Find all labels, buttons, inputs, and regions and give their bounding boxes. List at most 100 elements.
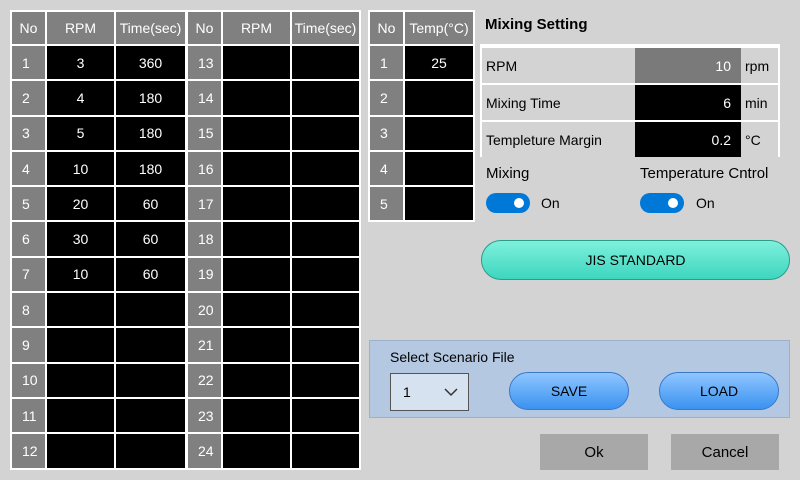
rpm-cell[interactable] <box>223 222 290 256</box>
table-row: 9 <box>12 328 185 362</box>
table-row: 23 <box>188 398 359 433</box>
ok-button[interactable]: Ok <box>540 434 648 470</box>
time-cell[interactable] <box>292 434 359 468</box>
time-cell[interactable] <box>116 398 185 433</box>
rpm-cell[interactable]: 5 <box>47 116 114 150</box>
rpm-cell[interactable] <box>223 116 290 150</box>
temperature-cell[interactable] <box>405 116 473 150</box>
time-cell[interactable] <box>292 363 359 397</box>
rpm-cell[interactable] <box>223 434 290 468</box>
rpm-cell[interactable]: 20 <box>47 187 114 221</box>
mixing-toggle[interactable] <box>486 193 530 213</box>
mixing-toggle-label: Mixing <box>486 165 530 182</box>
time-cell[interactable]: 180 <box>116 151 185 186</box>
step-number: 24 <box>188 434 221 468</box>
step-number: 19 <box>188 257 221 292</box>
time-cell[interactable]: 180 <box>116 81 185 115</box>
step-number: 6 <box>12 222 45 256</box>
scenario-file-selected-value: 1 <box>403 384 411 400</box>
step-number: 13 <box>188 46 221 80</box>
rpm-cell[interactable] <box>223 293 290 327</box>
mixing-time-input[interactable]: 6 <box>635 85 741 120</box>
time-cell[interactable]: 360 <box>116 46 185 80</box>
time-cell[interactable] <box>292 257 359 292</box>
rpm-cell[interactable] <box>47 293 114 327</box>
step-number: 16 <box>188 151 221 186</box>
table-row: 19 <box>188 257 359 292</box>
time-cell[interactable]: 60 <box>116 257 185 292</box>
step-number: 8 <box>12 293 45 327</box>
step-number: 1 <box>12 46 45 80</box>
table-row: 7 10 60 <box>12 257 185 292</box>
time-cell[interactable]: 180 <box>116 116 185 150</box>
step-number: 2 <box>370 81 403 115</box>
rpm-cell[interactable] <box>223 46 290 80</box>
time-cell[interactable] <box>116 434 185 468</box>
step-number: 23 <box>188 398 221 433</box>
rpm-cell[interactable] <box>223 187 290 221</box>
column-header-rpm: RPM <box>223 12 290 44</box>
rpm-cell[interactable]: 4 <box>47 81 114 115</box>
rpm-cell[interactable] <box>223 398 290 433</box>
time-cell[interactable] <box>292 293 359 327</box>
rpm-cell[interactable]: 3 <box>47 46 114 80</box>
scenario-file-select[interactable]: 1 <box>390 373 469 411</box>
time-cell[interactable] <box>292 398 359 433</box>
rpm-cell[interactable] <box>47 328 114 362</box>
rpm-cell[interactable]: 10 <box>47 257 114 292</box>
load-button[interactable]: LOAD <box>659 372 779 410</box>
rpm-cell[interactable]: 30 <box>47 222 114 256</box>
table-row: 13 <box>188 46 359 80</box>
time-cell[interactable] <box>116 328 185 362</box>
table-row: 10 <box>12 363 185 397</box>
scenario-file-label: Select Scenario File <box>390 349 515 365</box>
table-row: 20 <box>188 293 359 327</box>
time-cell[interactable]: 60 <box>116 222 185 256</box>
time-cell[interactable] <box>292 222 359 256</box>
step-number: 20 <box>188 293 221 327</box>
rpm-cell[interactable] <box>223 363 290 397</box>
column-header-temp: Temp(°C) <box>405 12 473 44</box>
rpm-cell[interactable] <box>223 151 290 186</box>
rpm-cell[interactable] <box>47 363 114 397</box>
table-row: 12 <box>12 434 185 468</box>
time-cell[interactable] <box>292 116 359 150</box>
step-table-2: No RPM Time(sec) 13 14 15 16 17 18 19 20 21 22 23 2… <box>186 10 361 470</box>
temperature-cell[interactable] <box>405 151 473 186</box>
time-cell[interactable] <box>116 293 185 327</box>
temperature-cell[interactable] <box>405 187 473 221</box>
jis-standard-button[interactable]: JIS STANDARD <box>481 240 790 280</box>
step-number: 5 <box>12 187 45 221</box>
scenario-panel: Select Scenario File 1 SAVE LOAD <box>369 340 790 418</box>
time-cell[interactable] <box>292 187 359 221</box>
time-cell[interactable] <box>292 328 359 362</box>
cancel-button[interactable]: Cancel <box>671 434 779 470</box>
temperature-control-toggle[interactable] <box>640 193 684 213</box>
time-cell[interactable] <box>116 363 185 397</box>
save-button[interactable]: SAVE <box>509 372 629 410</box>
time-cell[interactable] <box>292 81 359 115</box>
temperature-margin-input[interactable]: 0.2 <box>635 122 741 157</box>
rpm-cell[interactable] <box>47 434 114 468</box>
time-cell[interactable]: 60 <box>116 187 185 221</box>
step-number: 7 <box>12 257 45 292</box>
step-number: 9 <box>12 328 45 362</box>
time-cell[interactable] <box>292 46 359 80</box>
rpm-cell[interactable] <box>47 398 114 433</box>
rpm-label: RPM <box>482 48 635 83</box>
table-row: 24 <box>188 434 359 468</box>
rpm-cell[interactable]: 10 <box>47 151 114 186</box>
column-header-no: No <box>188 12 221 44</box>
step-number: 15 <box>188 116 221 150</box>
rpm-cell[interactable] <box>223 81 290 115</box>
step-number: 1 <box>370 46 403 80</box>
rpm-cell[interactable] <box>223 328 290 362</box>
temperature-cell[interactable]: 25 <box>405 46 473 80</box>
time-cell[interactable] <box>292 151 359 186</box>
temperature-control-toggle-state: On <box>696 195 715 211</box>
rpm-cell[interactable] <box>223 257 290 292</box>
temperature-cell[interactable] <box>405 81 473 115</box>
table-row: 17 <box>188 187 359 221</box>
mixing-setting-title: Mixing Setting <box>485 16 588 33</box>
rpm-input[interactable]: 10 <box>635 48 741 83</box>
